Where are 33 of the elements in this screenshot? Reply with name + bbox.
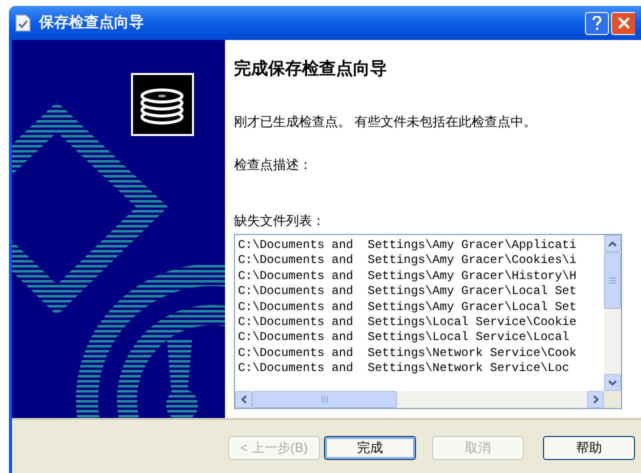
vertical-scrollbar[interactable] (604, 235, 621, 391)
file-path: C:\Documents and Settings\Network Service\Loc (238, 361, 570, 377)
question-mark-icon (592, 16, 602, 30)
file-path: C:\Documents and Settings\Amy Gracer\Applicati (238, 238, 578, 254)
scrollbar-corner (604, 391, 621, 408)
file-path: C:\Documents and Settings\Amy Gracer\History\H (238, 268, 578, 284)
file-path: C:\Documents and Settings\Local Service\Cookie (238, 315, 578, 330)
grip-icon (609, 277, 616, 284)
scroll-thumb[interactable] (252, 391, 397, 408)
disk-stack-icon (131, 73, 194, 136)
window-title: 保存检查点向导 (39, 12, 144, 33)
completion-message: 刚才已生成检查点。 有些文件未包括在此检查点中。 (234, 112, 538, 130)
help-button[interactable]: 帮助 (543, 436, 635, 460)
close-icon (618, 17, 630, 29)
scroll-left-button[interactable] (235, 391, 252, 408)
scroll-up-button[interactable] (604, 235, 621, 252)
file-path: C:\Documents and Settings\Amy Gracer\Local Set (238, 284, 578, 300)
finish-button[interactable]: 完成 (324, 436, 416, 460)
document-check-icon (15, 14, 31, 32)
file-path: C:\Documents and Settings\Network Service\Cook (238, 346, 578, 362)
scroll-down-button[interactable] (604, 374, 621, 391)
close-button[interactable] (611, 12, 635, 34)
horizontal-scrollbar[interactable] (235, 391, 604, 408)
grip-icon (321, 396, 328, 403)
wizard-heading: 完成保存检查点向导 (234, 58, 388, 80)
missing-files-label: 缺失文件列表： (234, 212, 326, 230)
help-button[interactable] (585, 12, 609, 34)
file-path: C:\Documents and Settings\Local Service\Local (238, 330, 570, 346)
scroll-right-button[interactable] (587, 391, 604, 408)
file-path: C:\Documents and Settings\Amy Gracer\Local Set (238, 300, 578, 316)
description-label: 检查点描述： (234, 156, 313, 174)
scroll-thumb[interactable] (604, 252, 621, 309)
file-path: C:\Documents and Settings\Amy Gracer\Cookies\i (238, 253, 578, 269)
